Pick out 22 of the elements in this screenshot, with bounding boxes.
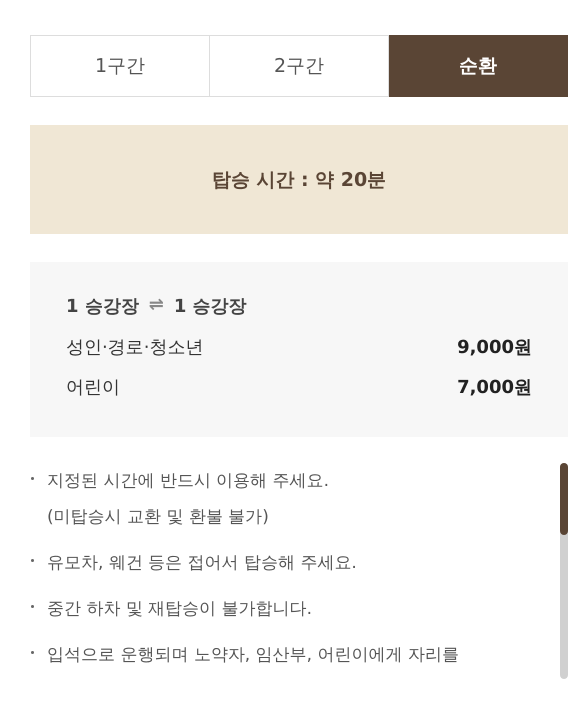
fare-price: 9,000원 (457, 336, 532, 360)
notice-text: 중간 하차 및 재탑승이 불가합니다. (47, 598, 312, 621)
scrollbar-track[interactable] (560, 463, 568, 679)
scrollbar-thumb[interactable] (560, 463, 568, 535)
bullet-icon (31, 477, 34, 480)
passenger-category: 성인·경로·청소년 (66, 336, 204, 360)
bullet-icon (31, 559, 34, 562)
route-tab[interactable]: 2구간 (210, 35, 389, 97)
passenger-category: 어린이 (66, 376, 120, 400)
fare-price: 7,000원 (457, 376, 532, 400)
notice-text: (미탑승시 교환 및 환불 불가) (47, 506, 270, 529)
route-tab[interactable]: 순환 (389, 35, 568, 97)
notice-text: 유모차, 웨건 등은 접어서 탑승해 주세요. (47, 552, 357, 575)
round-trip-arrow: ⇌ (148, 294, 164, 317)
notice-text: 지정된 시간에 반드시 이용해 주세요. (47, 470, 330, 493)
route-tab[interactable]: 1구간 (30, 35, 210, 97)
bullet-icon (31, 605, 34, 608)
notice-text: 입석으로 운행되며 노약자, 임산부, 어린이에게 자리를 (47, 644, 459, 667)
arrival-station: 1 승강장 (174, 295, 247, 318)
departure-station: 1 승강장 (66, 295, 139, 318)
bullet-icon (31, 651, 34, 654)
boarding-time-text: 탑승 시간 : 약 20분 (212, 168, 386, 192)
